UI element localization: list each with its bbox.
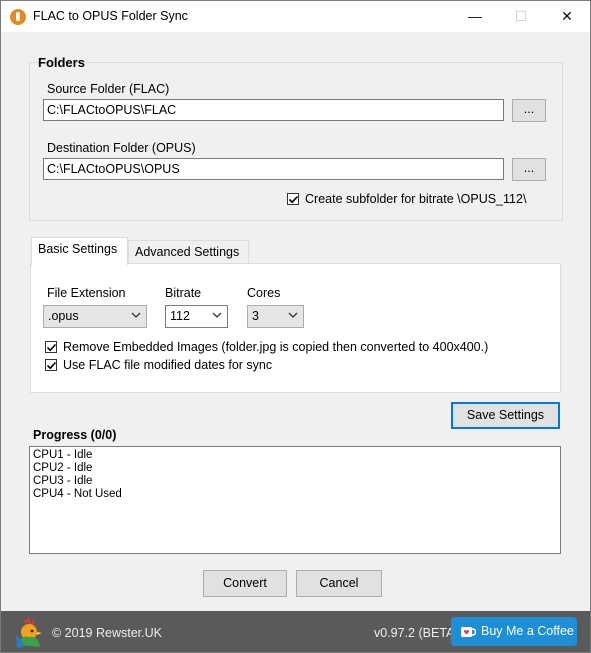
file-extension-label: File Extension [47,286,126,300]
file-extension-value: .opus [48,309,79,323]
app-logo-icon [10,9,26,25]
list-item: CPU2 - Idle [33,462,93,474]
remove-images-checkbox[interactable] [45,341,57,353]
minimize-button[interactable]: — [452,1,498,32]
save-settings-button[interactable]: Save Settings [451,402,560,429]
bitrate-label: Bitrate [165,286,202,300]
remove-images-label: Remove Embedded Images (folder.jpg is co… [63,340,489,354]
list-item: CPU1 - Idle [33,449,93,461]
modified-dates-checkbox[interactable] [45,359,57,371]
folders-group-title: Folders [38,55,85,70]
rooster-logo-icon [16,616,42,648]
coffee-cup-icon [461,627,476,637]
app-window: FLAC to OPUS Folder Sync — ☐ ✕ Folders S… [0,0,591,653]
window-title: FLAC to OPUS Folder Sync [33,9,188,23]
list-item: CPU4 - Not Used [33,488,122,500]
source-folder-label: Source Folder (FLAC) [47,82,170,96]
cores-value: 3 [252,309,259,323]
cores-label: Cores [247,286,281,300]
check-icon [46,361,57,370]
progress-title: Progress (0/0) [33,428,117,442]
bitrate-value: 112 [170,309,190,323]
tab-basic-settings[interactable]: Basic Settings [31,237,128,265]
buy-me-a-coffee-button[interactable]: Buy Me a Coffee [451,617,577,646]
cores-select[interactable]: 3 [247,305,304,328]
buy-me-a-coffee-label: Buy Me a Coffee [481,624,574,638]
bitrate-select[interactable]: 112 [165,305,228,328]
chevron-down-icon [131,312,141,318]
destination-folder-input[interactable]: C:\FLACtoOPUS\OPUS [43,158,504,180]
footer-copyright: © 2019 Rewster.UK [52,626,162,640]
title-bar[interactable]: FLAC to OPUS Folder Sync — ☐ ✕ [1,1,590,32]
file-extension-select[interactable]: .opus [43,305,147,328]
tab-advanced-settings[interactable]: Advanced Settings [128,240,249,265]
subfolder-checkbox-label: Create subfolder for bitrate \OPUS_112\ [305,192,527,206]
source-browse-button[interactable]: ... [512,99,546,122]
convert-button[interactable]: Convert [203,570,287,597]
modified-dates-label: Use FLAC file modified dates for sync [63,358,273,372]
close-button[interactable]: ✕ [544,1,590,32]
source-folder-input[interactable]: C:\FLACtoOPUS\FLAC [43,99,504,121]
subfolder-checkbox[interactable] [287,193,299,205]
chevron-down-icon [288,312,298,318]
chevron-down-icon [212,312,222,318]
progress-list[interactable]: CPU1 - Idle CPU2 - Idle CPU3 - Idle CPU4… [29,446,561,554]
check-icon [288,195,299,204]
check-icon [46,343,57,352]
basic-settings-panel [30,263,561,393]
maximize-button[interactable]: ☐ [498,1,544,32]
destination-browse-button[interactable]: ... [512,158,546,181]
footer-version: v0.97.2 (BETA) [374,626,459,640]
footer-bar: © 2019 Rewster.UK v0.97.2 (BETA) Buy Me … [1,611,590,652]
list-item: CPU3 - Idle [33,475,93,487]
destination-folder-label: Destination Folder (OPUS) [47,141,196,155]
cancel-button[interactable]: Cancel [296,570,382,597]
